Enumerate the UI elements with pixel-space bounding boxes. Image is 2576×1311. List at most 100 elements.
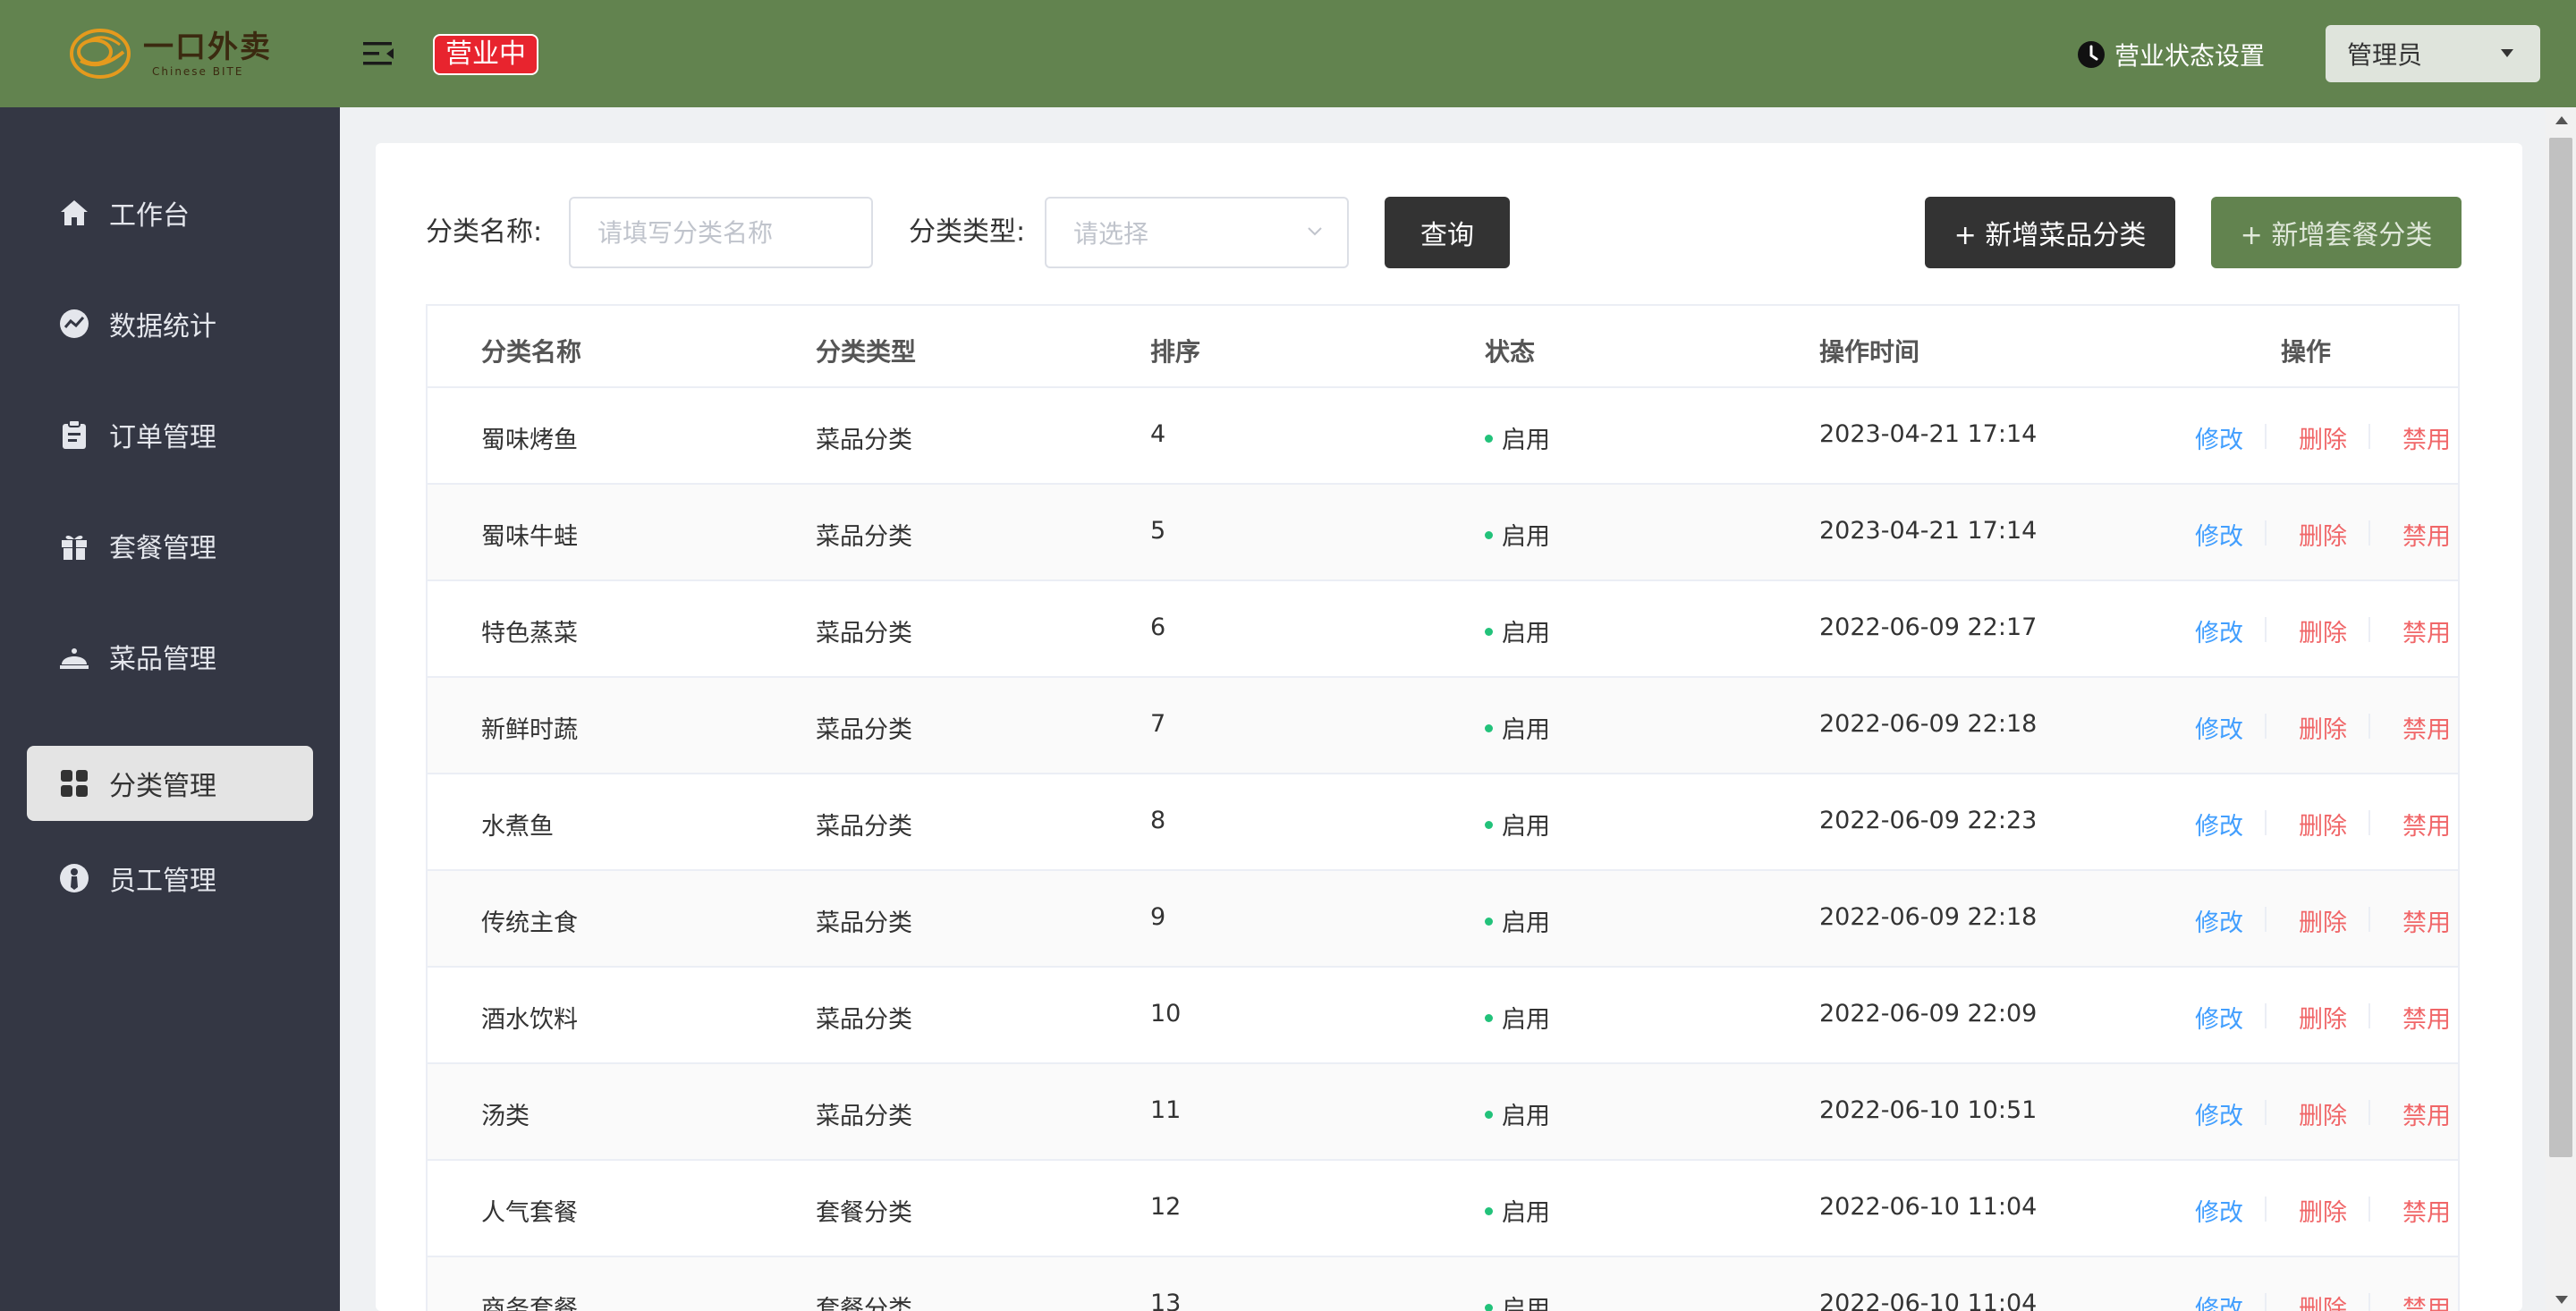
cell-update-time: 2023-04-21 17:14 bbox=[1819, 420, 2038, 448]
status-text: 启用 bbox=[1502, 909, 1550, 937]
cell-sort: 8 bbox=[1150, 807, 1166, 834]
business-status-setting-button[interactable]: 营业状态设置 bbox=[2077, 36, 2265, 73]
chart-icon bbox=[59, 309, 89, 339]
admin-label: 管理员 bbox=[2347, 40, 2423, 70]
query-button[interactable]: 查询 bbox=[1385, 197, 1510, 268]
edit-link[interactable]: 修改 bbox=[2195, 1096, 2243, 1131]
edit-link[interactable]: 修改 bbox=[2195, 420, 2243, 455]
cell-category-type: 套餐分类 bbox=[816, 1296, 912, 1311]
cell-category-type: 菜品分类 bbox=[816, 909, 912, 937]
category-type-select[interactable]: 请选择 bbox=[1045, 197, 1349, 268]
status-text: 启用 bbox=[1502, 813, 1550, 841]
delete-link[interactable]: 删除 bbox=[2299, 1290, 2347, 1311]
delete-link[interactable]: 删除 bbox=[2299, 1000, 2347, 1035]
delete-link[interactable]: 删除 bbox=[2299, 807, 2347, 842]
sidebar-item-orders[interactable]: 订单管理 bbox=[27, 397, 313, 472]
add-dish-category-button[interactable]: + 新增菜品分类 bbox=[1925, 197, 2175, 268]
action-divider bbox=[2265, 907, 2267, 932]
edit-link[interactable]: 修改 bbox=[2195, 807, 2243, 842]
cell-update-time: 2023-04-21 17:14 bbox=[1819, 517, 2038, 545]
edit-link[interactable]: 修改 bbox=[2195, 1193, 2243, 1228]
column-header-status: 状态 bbox=[1485, 337, 1536, 367]
disable-link[interactable]: 禁用 bbox=[2402, 1000, 2451, 1035]
status-dot-icon bbox=[1485, 531, 1493, 539]
add-combo-category-button[interactable]: + 新增套餐分类 bbox=[2211, 197, 2462, 268]
cell-update-time: 2022-06-10 11:04 bbox=[1819, 1193, 2038, 1221]
action-divider bbox=[2265, 714, 2267, 739]
disable-link[interactable]: 禁用 bbox=[2402, 807, 2451, 842]
sidebar-item-categories[interactable]: 分类管理 bbox=[27, 746, 313, 821]
edit-link[interactable]: 修改 bbox=[2195, 1000, 2243, 1035]
gift-icon bbox=[59, 530, 89, 561]
action-divider bbox=[2265, 424, 2267, 449]
disable-link[interactable]: 禁用 bbox=[2402, 1290, 2451, 1311]
delete-link[interactable]: 删除 bbox=[2299, 613, 2347, 648]
disable-link[interactable]: 禁用 bbox=[2402, 710, 2451, 745]
status-text: 启用 bbox=[1502, 716, 1550, 744]
delete-link[interactable]: 删除 bbox=[2299, 517, 2347, 552]
logo-subtitle: Chinese BITE bbox=[152, 65, 244, 78]
sidebar-item-dishes[interactable]: 菜品管理 bbox=[27, 619, 313, 694]
cell-category-name: 汤类 bbox=[481, 1103, 530, 1130]
disable-link[interactable]: 禁用 bbox=[2402, 613, 2451, 648]
action-divider bbox=[2368, 520, 2370, 546]
scrollbar-thumb[interactable] bbox=[2549, 138, 2572, 1157]
cell-category-name: 水煮鱼 bbox=[481, 813, 554, 841]
sidebar-item-label: 菜品管理 bbox=[109, 644, 216, 675]
grid-icon bbox=[59, 768, 89, 799]
edit-link[interactable]: 修改 bbox=[2195, 1290, 2243, 1311]
menu-collapse-icon[interactable] bbox=[361, 38, 395, 70]
disable-link[interactable]: 禁用 bbox=[2402, 420, 2451, 455]
disable-link[interactable]: 禁用 bbox=[2402, 903, 2451, 938]
status-text: 启用 bbox=[1502, 1199, 1550, 1227]
edit-link[interactable]: 修改 bbox=[2195, 710, 2243, 745]
action-divider bbox=[2368, 907, 2370, 932]
delete-link[interactable]: 删除 bbox=[2299, 420, 2347, 455]
status-dot-icon bbox=[1485, 1207, 1493, 1215]
edit-link[interactable]: 修改 bbox=[2195, 903, 2243, 938]
status-dot-icon bbox=[1485, 435, 1493, 443]
status-text: 启用 bbox=[1502, 620, 1550, 647]
delete-link[interactable]: 删除 bbox=[2299, 1096, 2347, 1131]
cell-sort: 13 bbox=[1150, 1290, 1182, 1311]
dish-cloche-icon bbox=[59, 641, 89, 672]
action-divider bbox=[2368, 424, 2370, 449]
action-divider bbox=[2265, 1197, 2267, 1222]
cell-category-name: 商务套餐 bbox=[481, 1296, 578, 1311]
disable-link[interactable]: 禁用 bbox=[2402, 517, 2451, 552]
delete-link[interactable]: 删除 bbox=[2299, 903, 2347, 938]
app-logo[interactable]: 一口外卖 Chinese BITE bbox=[68, 25, 283, 82]
edit-link[interactable]: 修改 bbox=[2195, 517, 2243, 552]
cell-category-name: 酒水饮料 bbox=[481, 1006, 578, 1034]
delete-link[interactable]: 删除 bbox=[2299, 710, 2347, 745]
sidebar-item-statistics[interactable]: 数据统计 bbox=[27, 286, 313, 361]
clock-icon bbox=[2078, 41, 2105, 68]
sidebar-item-label: 套餐管理 bbox=[109, 533, 216, 564]
page-scrollbar[interactable] bbox=[2546, 107, 2576, 1311]
action-divider bbox=[2368, 1197, 2370, 1222]
admin-user-dropdown[interactable]: 管理员 bbox=[2326, 25, 2540, 82]
category-name-input[interactable] bbox=[569, 197, 873, 268]
disable-link[interactable]: 禁用 bbox=[2402, 1096, 2451, 1131]
sidebar-item-combos[interactable]: 套餐管理 bbox=[27, 508, 313, 583]
sidebar-item-workbench[interactable]: 工作台 bbox=[27, 175, 313, 250]
cell-category-name: 新鲜时蔬 bbox=[481, 716, 578, 744]
sidebar-item-employees[interactable]: 员工管理 bbox=[27, 841, 313, 916]
cell-status: 启用 bbox=[1485, 517, 1550, 552]
status-dot-icon bbox=[1485, 1304, 1493, 1311]
status-dot-icon bbox=[1485, 628, 1493, 636]
action-divider bbox=[2265, 1100, 2267, 1125]
clipboard-icon bbox=[59, 419, 89, 450]
action-divider bbox=[2368, 810, 2370, 835]
scroll-down-arrow-icon[interactable] bbox=[2555, 1296, 2568, 1304]
logo-mark-icon bbox=[70, 29, 131, 79]
table-row: 水煮鱼 菜品分类 8 启用 2022-06-09 22:23 修改 删除 禁用 bbox=[428, 774, 2458, 871]
cell-category-name: 人气套餐 bbox=[481, 1199, 578, 1227]
cell-category-name: 传统主食 bbox=[481, 909, 578, 937]
disable-link[interactable]: 禁用 bbox=[2402, 1193, 2451, 1228]
category-name-filter-label: 分类名称: bbox=[426, 216, 543, 248]
edit-link[interactable]: 修改 bbox=[2195, 613, 2243, 648]
table-row: 蜀味牛蛙 菜品分类 5 启用 2023-04-21 17:14 修改 删除 禁用 bbox=[428, 485, 2458, 581]
delete-link[interactable]: 删除 bbox=[2299, 1193, 2347, 1228]
scroll-up-arrow-icon[interactable] bbox=[2555, 116, 2568, 124]
